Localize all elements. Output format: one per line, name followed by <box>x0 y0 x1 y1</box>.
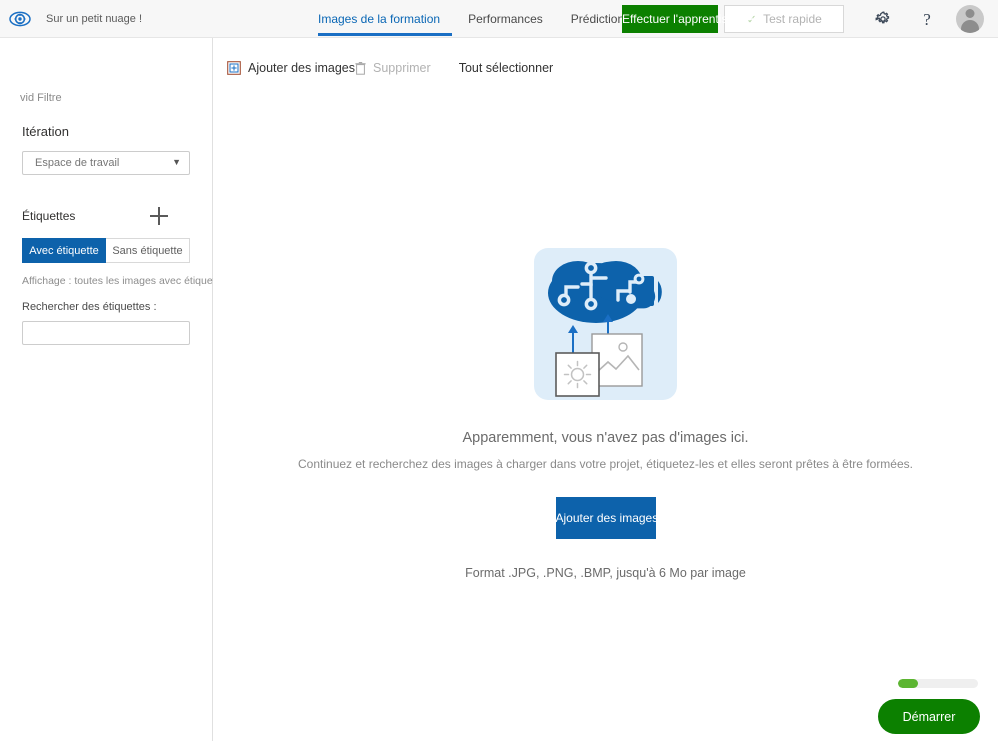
workspace-select[interactable]: Espace de travail <box>22 151 190 175</box>
quick-test-label: Test rapide <box>763 12 822 26</box>
tab-training-images[interactable]: Images de la formation <box>318 0 454 38</box>
segment-tagged[interactable]: Avec étiquette <box>22 238 106 263</box>
search-tags-label: Rechercher des étiquettes : <box>22 301 157 313</box>
trash-icon <box>355 61 366 75</box>
search-tags-input[interactable] <box>22 321 190 345</box>
empty-state-title: Apparemment, vous n'avez pas d'images ic… <box>462 430 749 446</box>
tag-filter-segmented-control: Avec étiquette Sans étiquette <box>22 238 190 263</box>
top-bar-actions: Effectuer l'apprentissage ✓ Test rapide … <box>622 0 998 38</box>
delete-toolbar-button[interactable]: Supprimer <box>355 61 431 75</box>
question-mark-icon: ? <box>923 9 931 29</box>
tags-heading: Étiquettes <box>22 209 76 223</box>
segment-untagged[interactable]: Sans étiquette <box>106 238 190 263</box>
display-note: Affichage : toutes les images avec étiqu… <box>22 275 225 287</box>
main-content: Ajouter des images Supprimer Tout sélect… <box>213 38 998 741</box>
select-all-button[interactable]: Tout sélectionner <box>459 61 554 75</box>
delete-label: Supprimer <box>373 61 431 75</box>
plus-icon[interactable] <box>150 207 168 225</box>
empty-state-subtitle: Continuez et recherchez des images à cha… <box>298 457 913 471</box>
app-logo[interactable] <box>0 0 40 38</box>
brain-cloud-upload-illustration <box>548 261 662 397</box>
top-bar: Sur un petit nuage ! Images de la format… <box>0 0 998 38</box>
add-images-toolbar-button[interactable]: Ajouter des images <box>227 61 355 75</box>
start-button[interactable]: Démarrer <box>878 699 980 734</box>
add-images-label: Ajouter des images <box>248 61 356 75</box>
select-all-label: Tout sélectionner <box>458 61 554 75</box>
train-button[interactable]: Effectuer l'apprentissage <box>622 5 753 33</box>
page-body: vid Filtre Itération Espace de travail ▼… <box>0 38 998 741</box>
tab-label: Images de la formation <box>318 12 441 26</box>
add-image-icon <box>227 61 241 75</box>
empty-state-illustration <box>534 248 677 400</box>
tab-label: Performances <box>468 12 543 26</box>
help-button[interactable]: ? <box>910 0 944 38</box>
progress-bar <box>898 679 978 688</box>
filter-label: vid Filtre <box>20 92 62 104</box>
project-title: Sur un petit nuage ! <box>46 12 143 25</box>
iteration-title: Itération <box>22 124 69 139</box>
empty-state: Apparemment, vous n'avez pas d'images ic… <box>213 248 998 580</box>
sidebar: vid Filtre Itération Espace de travail ▼… <box>0 38 225 741</box>
progress-bar-fill <box>898 679 918 688</box>
images-toolbar: Ajouter des images Supprimer Tout sélect… <box>213 52 998 84</box>
gear-icon <box>875 11 890 24</box>
format-note: Format .JPG, .PNG, .BMP, jusqu'à 6 Mo pa… <box>465 566 746 580</box>
tab-performance[interactable]: Performances <box>454 0 557 38</box>
main-navigation-tabs: Images de la formation Performances Préd… <box>318 0 644 38</box>
add-images-primary-button[interactable]: Ajouter des images <box>555 497 658 539</box>
workspace-select-wrapper: Espace de travail ▼ <box>22 151 190 175</box>
avatar[interactable] <box>956 5 984 33</box>
tags-header: Étiquettes <box>0 207 190 225</box>
settings-button[interactable] <box>866 0 900 38</box>
eye-gear-icon <box>9 11 31 26</box>
